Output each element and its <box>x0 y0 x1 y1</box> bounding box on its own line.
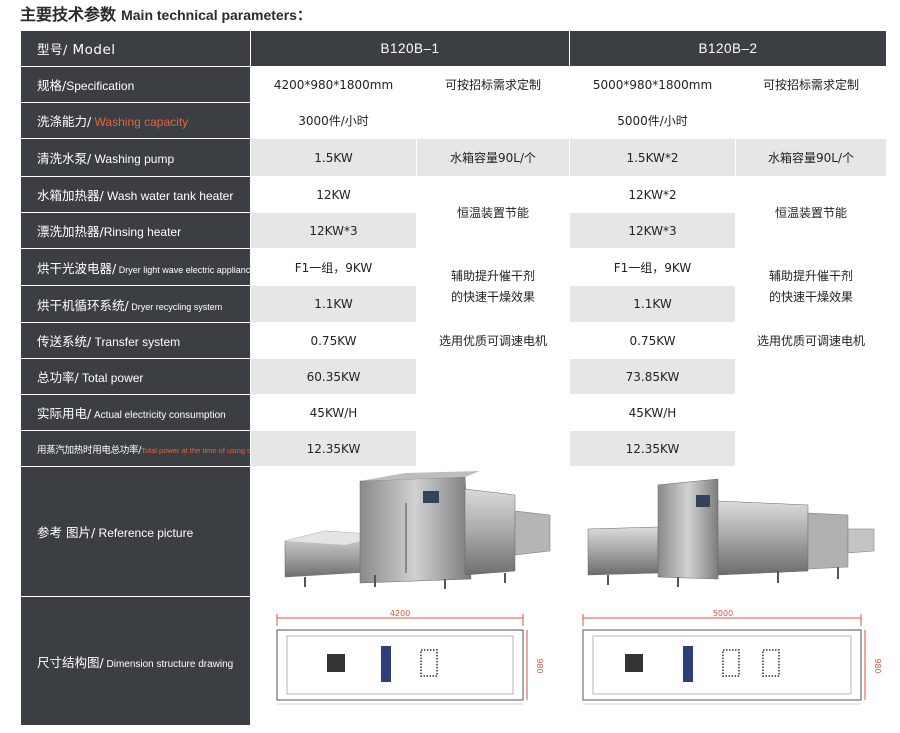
row-steam-power: 用蒸汽加热时用电总功率/Total power at the time of u… <box>20 430 887 467</box>
width-label-1: 4200 <box>390 609 410 618</box>
total-note-2 <box>735 358 887 395</box>
tank-value-2: 12KW*2 <box>569 176 736 213</box>
dishwasher-photo-1 <box>284 470 551 589</box>
actual-value-1: 45KW/H <box>250 394 417 431</box>
label-steam-power: 用蒸汽加热时用电总功率/Total power at the time of u… <box>20 430 251 467</box>
pump-value-2: 1.5KW*2 <box>569 138 736 177</box>
spec-value-1: 4200*980*1800mm <box>250 66 417 103</box>
actual-value-2: 45KW/H <box>569 394 736 431</box>
steam-value-1: 12.35KW <box>250 430 417 467</box>
thermo-note-2: 恒温装置节能 <box>735 176 887 249</box>
steam-value-2: 12.35KW <box>569 430 736 467</box>
total-note-1 <box>416 358 570 395</box>
row-tank-heater: 水箱加热器/ Wash water tank heater 12KW 恒温装置节… <box>20 176 887 249</box>
rinse-value-2: 12KW*3 <box>569 212 736 249</box>
model-label: 型号/ Model <box>20 30 251 67</box>
row-washing-capacity: 洗涤能力/ Washing capacity 3000件/小时 5000件/小时 <box>20 102 887 139</box>
spec-table: 型号/ Model B120B–1 B120B–2 规格/Specificati… <box>20 30 887 726</box>
total-value-2: 73.85KW <box>569 358 736 395</box>
wash-value-2: 5000件/小时 <box>569 102 736 139</box>
dimension-drawing-1: 4200 980 <box>250 596 570 726</box>
row-specification: 规格/Specification 4200*980*1800mm 可按招标需求定… <box>20 66 887 103</box>
label-specification: 规格/Specification <box>20 66 251 103</box>
height-label-2: 980 <box>873 658 882 673</box>
steam-note-1 <box>416 430 570 467</box>
label-tank-heater: 水箱加热器/ Wash water tank heater <box>20 176 251 213</box>
recyc-value-2: 1.1KW <box>569 285 736 323</box>
pump-note-2: 水箱容量90L/个 <box>735 138 887 177</box>
title-en: Main technical parameters： <box>121 7 311 23</box>
aux-note-2-line2: 的快速干燥效果 <box>768 289 853 304</box>
spec-note-1: 可按招标需求定制 <box>416 66 570 103</box>
spec-value-2: 5000*980*1800mm <box>569 66 736 103</box>
dryer-value-1: F1一组，9KW <box>250 248 417 286</box>
steam-note-2 <box>735 430 887 467</box>
height-label-1: 980 <box>535 658 544 673</box>
trans-note-1: 选用优质可调速电机 <box>416 322 570 359</box>
row-dimension-drawing: 尺寸结构图/ Dimension structure drawing 4200 … <box>20 596 887 726</box>
trans-value-2: 0.75KW <box>569 322 736 359</box>
label-washing-capacity: 洗涤能力/ Washing capacity <box>20 102 251 139</box>
machine-picture-1 <box>250 466 570 597</box>
dimension-diagram-2: 5000 980 <box>582 609 882 705</box>
label-reference-picture: 参考 图片/ Reference picture <box>20 466 251 597</box>
actual-note-1 <box>416 394 570 431</box>
pump-note-1: 水箱容量90L/个 <box>416 138 570 177</box>
dryer-value-2: F1一组，9KW <box>569 248 736 286</box>
wash-note-2 <box>735 102 887 139</box>
label-total-power: 总功率/ Total power <box>20 358 251 395</box>
row-total-power: 总功率/ Total power 60.35KW 73.85KW <box>20 358 887 395</box>
thermo-note-1: 恒温装置节能 <box>416 176 570 249</box>
label-dryer-appliance: 烘干光波电器/ Dryer light wave electric applia… <box>20 248 251 286</box>
aux-note-1-line1: 辅助提升催干剂 <box>450 268 535 283</box>
page-title: 主要技术参数 Main technical parameters： <box>20 2 311 28</box>
row-actual-consumption: 实际用电/ Actual electricity consumption 45K… <box>20 394 887 431</box>
label-dimension-drawing: 尺寸结构图/ Dimension structure drawing <box>20 596 251 726</box>
title-zh: 主要技术参数 <box>20 5 117 24</box>
dimension-drawing-2: 5000 980 <box>569 596 887 726</box>
row-reference-picture: 参考 图片/ Reference picture <box>20 466 887 597</box>
spec-note-2: 可按招标需求定制 <box>735 66 887 103</box>
trans-value-1: 0.75KW <box>250 322 417 359</box>
row-washing-pump: 清洗水泵/ Washing pump 1.5KW 水箱容量90L/个 1.5KW… <box>20 138 887 177</box>
total-value-1: 60.35KW <box>250 358 417 395</box>
pump-value-1: 1.5KW <box>250 138 417 177</box>
model-b120b-2: B120B–2 <box>569 30 887 67</box>
actual-note-2 <box>735 394 887 431</box>
header-row: 型号/ Model B120B–1 B120B–2 <box>20 30 887 67</box>
rinse-value-1: 12KW*3 <box>250 212 417 249</box>
wash-note-1 <box>416 102 570 139</box>
dishwasher-photo-2 <box>587 478 875 587</box>
aux-note-2-line1: 辅助提升催干剂 <box>768 268 853 283</box>
label-transfer-system: 传送系统/ Transfer system <box>20 322 251 359</box>
wash-value-1: 3000件/小时 <box>250 102 417 139</box>
tank-value-1: 12KW <box>250 176 417 213</box>
row-transfer-system: 传送系统/ Transfer system 0.75KW 选用优质可调速电机 0… <box>20 322 887 359</box>
label-dryer-recycling: 烘干机循环系统/ Dryer recycling system <box>20 285 251 323</box>
recyc-value-1: 1.1KW <box>250 285 417 323</box>
width-label-2: 5000 <box>713 609 733 618</box>
model-b120b-1: B120B–1 <box>250 30 570 67</box>
aux-note-1-line2: 的快速干燥效果 <box>450 289 535 304</box>
label-rinsing-heater: 漂洗加热器/Rinsing heater <box>20 212 251 249</box>
dimension-diagram-1: 4200 980 <box>276 609 544 705</box>
label-washing-pump: 清洗水泵/ Washing pump <box>20 138 251 177</box>
aux-note-2: 辅助提升催干剂 的快速干燥效果 <box>735 248 887 323</box>
label-actual-consumption: 实际用电/ Actual electricity consumption <box>20 394 251 431</box>
aux-note-1: 辅助提升催干剂 的快速干燥效果 <box>416 248 570 323</box>
machine-picture-2 <box>569 466 887 597</box>
trans-note-2: 选用优质可调速电机 <box>735 322 887 359</box>
row-dryer-appliance: 烘干光波电器/ Dryer light wave electric applia… <box>20 248 887 323</box>
